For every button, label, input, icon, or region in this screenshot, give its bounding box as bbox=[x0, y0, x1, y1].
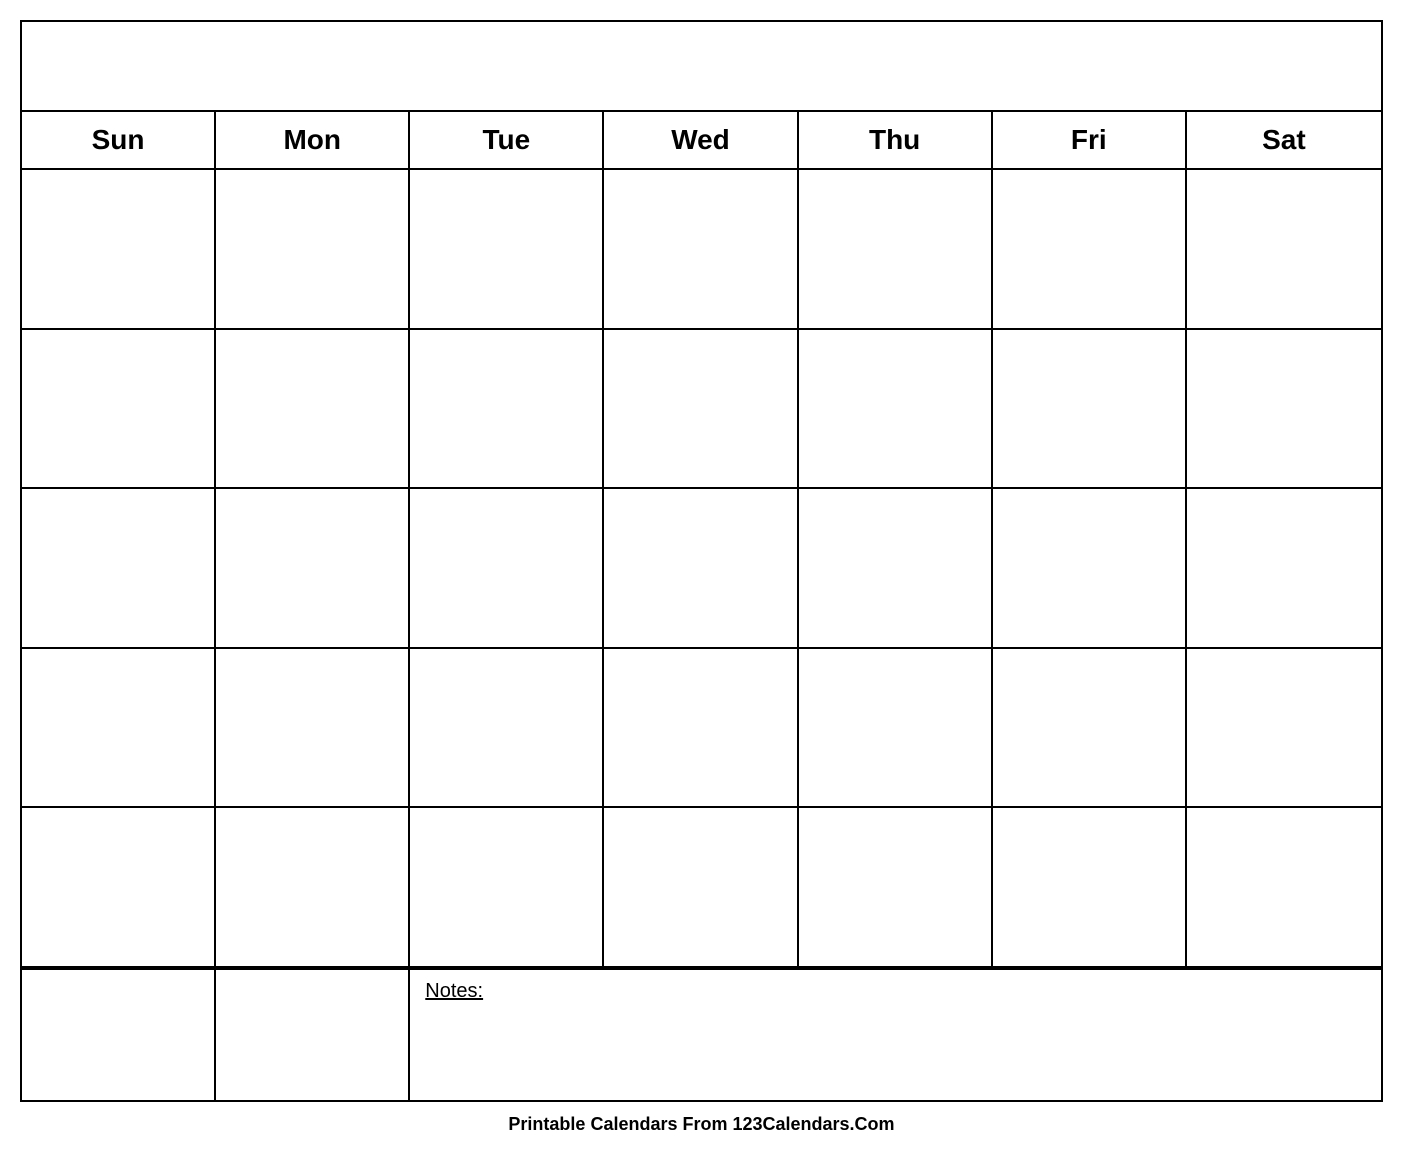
title-row bbox=[22, 22, 1381, 112]
cell-r4-mon bbox=[216, 649, 410, 807]
cell-r4-sun bbox=[22, 649, 216, 807]
header-wed: Wed bbox=[604, 112, 798, 168]
cell-r3-fri bbox=[993, 489, 1187, 647]
calendar-row-2 bbox=[22, 330, 1381, 490]
cell-r5-thu bbox=[799, 808, 993, 966]
cell-r2-sat bbox=[1187, 330, 1381, 488]
cell-r4-fri bbox=[993, 649, 1187, 807]
notes-content: Notes: bbox=[410, 970, 1381, 1100]
cell-r2-wed bbox=[604, 330, 798, 488]
cell-r2-fri bbox=[993, 330, 1187, 488]
cell-r5-mon bbox=[216, 808, 410, 966]
header-mon: Mon bbox=[216, 112, 410, 168]
cell-r4-wed bbox=[604, 649, 798, 807]
cell-r5-sat bbox=[1187, 808, 1381, 966]
calendar-row-1 bbox=[22, 170, 1381, 330]
cell-r3-sun bbox=[22, 489, 216, 647]
cell-r4-thu bbox=[799, 649, 993, 807]
calendar-header: Sun Mon Tue Wed Thu Fri Sat bbox=[22, 112, 1381, 170]
cell-r2-sun bbox=[22, 330, 216, 488]
calendar-row-5 bbox=[22, 808, 1381, 968]
header-fri: Fri bbox=[993, 112, 1187, 168]
cell-r4-tue bbox=[410, 649, 604, 807]
cell-r2-thu bbox=[799, 330, 993, 488]
cell-r4-sat bbox=[1187, 649, 1381, 807]
cell-r3-tue bbox=[410, 489, 604, 647]
page-wrapper: Sun Mon Tue Wed Thu Fri Sat bbox=[0, 0, 1403, 1153]
calendar-body: Notes: bbox=[22, 170, 1381, 1100]
cell-r1-thu bbox=[799, 170, 993, 328]
cell-r1-wed bbox=[604, 170, 798, 328]
header-sun: Sun bbox=[22, 112, 216, 168]
cell-r5-tue bbox=[410, 808, 604, 966]
cell-r5-fri bbox=[993, 808, 1187, 966]
cell-r3-sat bbox=[1187, 489, 1381, 647]
cell-r1-mon bbox=[216, 170, 410, 328]
notes-empty-1 bbox=[22, 970, 216, 1100]
header-tue: Tue bbox=[410, 112, 604, 168]
footer-text-normal: Printable Calendars From bbox=[508, 1114, 732, 1134]
calendar-row-3 bbox=[22, 489, 1381, 649]
header-thu: Thu bbox=[799, 112, 993, 168]
cell-r2-mon bbox=[216, 330, 410, 488]
cell-r1-tue bbox=[410, 170, 604, 328]
header-sat: Sat bbox=[1187, 112, 1381, 168]
calendar-container: Sun Mon Tue Wed Thu Fri Sat bbox=[20, 20, 1383, 1102]
cell-r1-sun bbox=[22, 170, 216, 328]
cell-r3-wed bbox=[604, 489, 798, 647]
footer: Printable Calendars From 123Calendars.Co… bbox=[508, 1114, 894, 1143]
calendar-row-4 bbox=[22, 649, 1381, 809]
cell-r2-tue bbox=[410, 330, 604, 488]
notes-label: Notes: bbox=[425, 980, 483, 1002]
notes-row: Notes: bbox=[22, 968, 1381, 1100]
cell-r5-wed bbox=[604, 808, 798, 966]
cell-r1-fri bbox=[993, 170, 1187, 328]
footer-text-bold: 123Calendars.Com bbox=[732, 1114, 894, 1134]
cell-r3-thu bbox=[799, 489, 993, 647]
cell-r3-mon bbox=[216, 489, 410, 647]
notes-empty-2 bbox=[216, 970, 410, 1100]
cell-r5-sun bbox=[22, 808, 216, 966]
cell-r1-sat bbox=[1187, 170, 1381, 328]
